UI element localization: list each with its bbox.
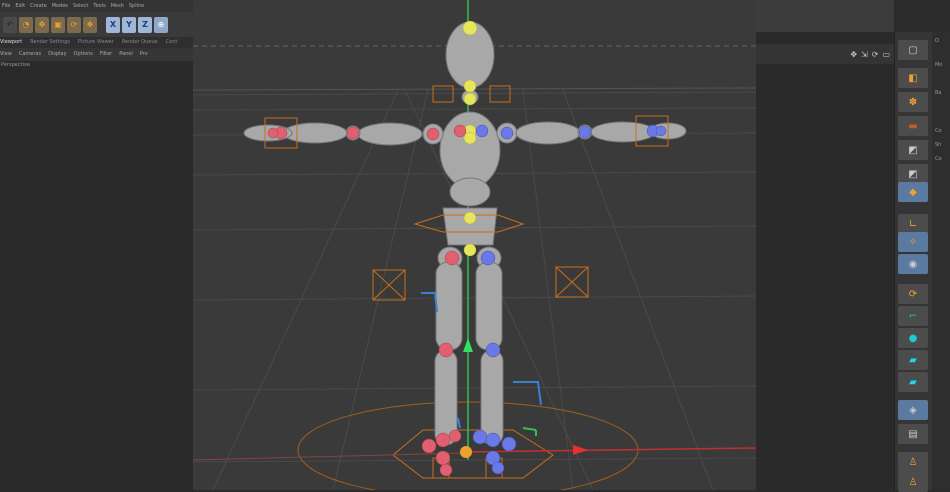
view-menu-item-5[interactable]: Panel [119,51,133,57]
menu-item-3[interactable]: Modes [52,3,68,9]
connector-icon[interactable]: ⌐ [898,306,928,326]
attr-label-1: Mo [935,62,943,68]
maximize-view-icon[interactable]: ▭ [882,50,890,59]
menu-item-6[interactable]: Mesh [111,3,124,9]
attr-label-2: Ba [935,90,942,96]
viewport-nav-bar: ✥ ⇲ ⟳ ▭ [756,44,894,64]
move-tool-icon[interactable]: ✥ [35,16,49,33]
attributes-sidebar: O Mo Ba Co Sh Co [932,32,950,490]
view-tabs: Viewport Render Settings Picture Viewer Ren… [0,37,193,48]
camera-icon[interactable]: ◈ [898,400,928,420]
menu-item-0[interactable]: File [2,3,10,9]
deformer-icon[interactable]: ◩ [898,140,928,160]
tool-icon[interactable]: ◩ [898,164,928,184]
zoom-view-icon[interactable]: ⇲ [861,50,868,59]
view-tab-3[interactable]: Render Queue [122,39,158,45]
x-axis-lock-button[interactable]: X [106,16,120,33]
y-axis-arrow[interactable] [463,338,473,352]
ik-icon[interactable]: ✧ [898,232,928,252]
origin-handle[interactable] [460,446,472,458]
attr-label-5: Co [935,156,942,162]
attr-label-3: Co [935,128,942,134]
character-icon[interactable]: ♙ [898,452,928,472]
view-menu-item-0[interactable]: View [0,51,12,57]
left-panel-background [0,61,193,490]
menu-item-2[interactable]: Create [30,3,47,9]
collider-icon[interactable]: ▰ [898,372,928,392]
z-axis-lock-button[interactable]: Z [138,16,152,33]
motion-icon[interactable]: ♙ [898,472,928,492]
array-icon[interactable]: ✽ [898,92,928,112]
rotate-view-icon[interactable]: ⟳ [872,50,879,59]
menu-item-5[interactable]: Tools [93,3,105,9]
viewport-menu: View Cameras Display Options Filter Panel Pro [0,48,193,61]
attr-label-0: O [935,38,939,44]
menu-item-1[interactable]: Edit [15,3,25,9]
rotate-object-icon[interactable]: ⟳ [898,284,928,304]
weight-icon[interactable]: ◉ [898,254,928,274]
spline-icon[interactable]: ▬ [898,116,928,136]
menu-item-4[interactable]: Select [73,3,88,9]
x-axis-arrow[interactable] [573,445,588,455]
menu-item-7[interactable]: Spline [129,3,144,9]
3d-viewport[interactable] [193,0,756,490]
view-menu-item-2[interactable]: Display [48,51,66,57]
undo-icon[interactable]: ↶ [3,16,17,33]
main-toolbar: ↶ ◔ ✥ ▣ ⟳ ❖ X Y Z ⊕ [0,12,193,37]
dynamics-icon[interactable]: ▰ [898,350,928,370]
right-panel-header [756,0,894,32]
rotate-tool-icon[interactable]: ⟳ [67,16,81,33]
view-tab-2[interactable]: Picture Viewer [78,39,114,45]
view-tab-4[interactable]: Cont [166,39,178,45]
view-menu-item-1[interactable]: Cameras [19,51,41,57]
viewport-scene [193,0,756,490]
render-icon[interactable]: ▤ [898,424,928,444]
view-tab-1[interactable]: Render Settings [30,39,70,45]
attr-label-4: Sh [935,142,942,148]
live-select-icon[interactable]: ◔ [19,16,33,33]
view-tab-0[interactable]: Viewport [0,39,22,45]
bone-icon[interactable]: ∟ [898,214,928,234]
transform-icon[interactable]: ❖ [83,16,97,33]
view-menu-item-6[interactable]: Pro [140,51,148,57]
y-axis-lock-button[interactable]: Y [122,16,136,33]
move-view-icon[interactable]: ✥ [850,50,857,59]
primitive-cube-icon[interactable]: ◧ [898,68,928,88]
scale-tool-icon[interactable]: ▣ [51,16,65,33]
viewport-label: Perspective [1,62,30,68]
attribute-panel-background [756,0,894,490]
view-menu-item-4[interactable]: Filter [100,51,112,57]
coordinate-system-icon[interactable]: ⊕ [154,16,168,33]
dot-icon[interactable]: ● [898,328,928,348]
view-menu-item-3[interactable]: Options [74,51,93,57]
cube-icon[interactable]: ▢ [898,40,928,60]
joint-tool-icon[interactable]: ◆ [898,182,928,202]
main-menu-bar: File Edit Create Modes Select Tools Mesh Spline [0,0,193,12]
object-tools-palette: ▢ ◧ ✽ ▬ ◩ ◩ ◆ ∟ ✧ ◉ ⟳ ⌐ ● ▰ ▰ ◈ ▤ ♙ ♙ [894,32,933,492]
